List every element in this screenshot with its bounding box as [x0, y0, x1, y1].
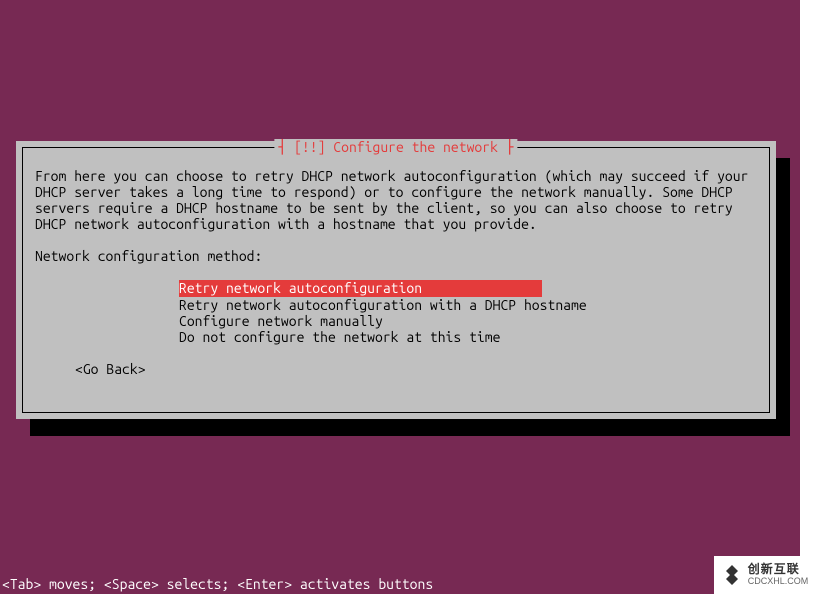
- dialog-border: ┤ [!!] Configure the network ├ From here…: [22, 147, 770, 413]
- title-prefix: ┤: [278, 139, 294, 155]
- watermark-text: 创新互联 CDCXHL.COM: [748, 563, 809, 586]
- watermark-sub: CDCXHL.COM: [748, 576, 809, 586]
- dialog-description: From here you can choose to retry DHCP n…: [35, 168, 757, 232]
- dialog-prompt: Network configuration method:: [35, 248, 757, 264]
- dialog-content: From here you can choose to retry DHCP n…: [23, 148, 769, 389]
- title-marker: [!!]: [294, 139, 325, 155]
- dialog-title: ┤ [!!] Configure the network ├: [274, 139, 517, 155]
- title-suffix: ├: [498, 139, 514, 155]
- watermark: 创新互联 CDCXHL.COM: [714, 556, 814, 594]
- help-bar: <Tab> moves; <Space> selects; <Enter> ac…: [0, 576, 800, 592]
- right-edge: [800, 0, 814, 594]
- go-back-button[interactable]: <Go Back>: [75, 361, 757, 377]
- option-configure-manually[interactable]: Configure network manually: [179, 313, 757, 329]
- installer-screen: ┤ [!!] Configure the network ├ From here…: [0, 0, 800, 594]
- options-list: Retry network autoconfiguration Retry ne…: [179, 280, 757, 344]
- title-text: Configure the network: [325, 139, 497, 155]
- configure-network-dialog: ┤ [!!] Configure the network ├ From here…: [16, 141, 776, 419]
- watermark-logo-icon: [720, 563, 744, 587]
- option-retry-autoconfig[interactable]: Retry network autoconfiguration: [179, 280, 542, 296]
- watermark-brand: 创新互联: [748, 562, 800, 576]
- option-retry-autoconfig-hostname[interactable]: Retry network autoconfiguration with a D…: [179, 297, 757, 313]
- option-do-not-configure[interactable]: Do not configure the network at this tim…: [179, 329, 757, 345]
